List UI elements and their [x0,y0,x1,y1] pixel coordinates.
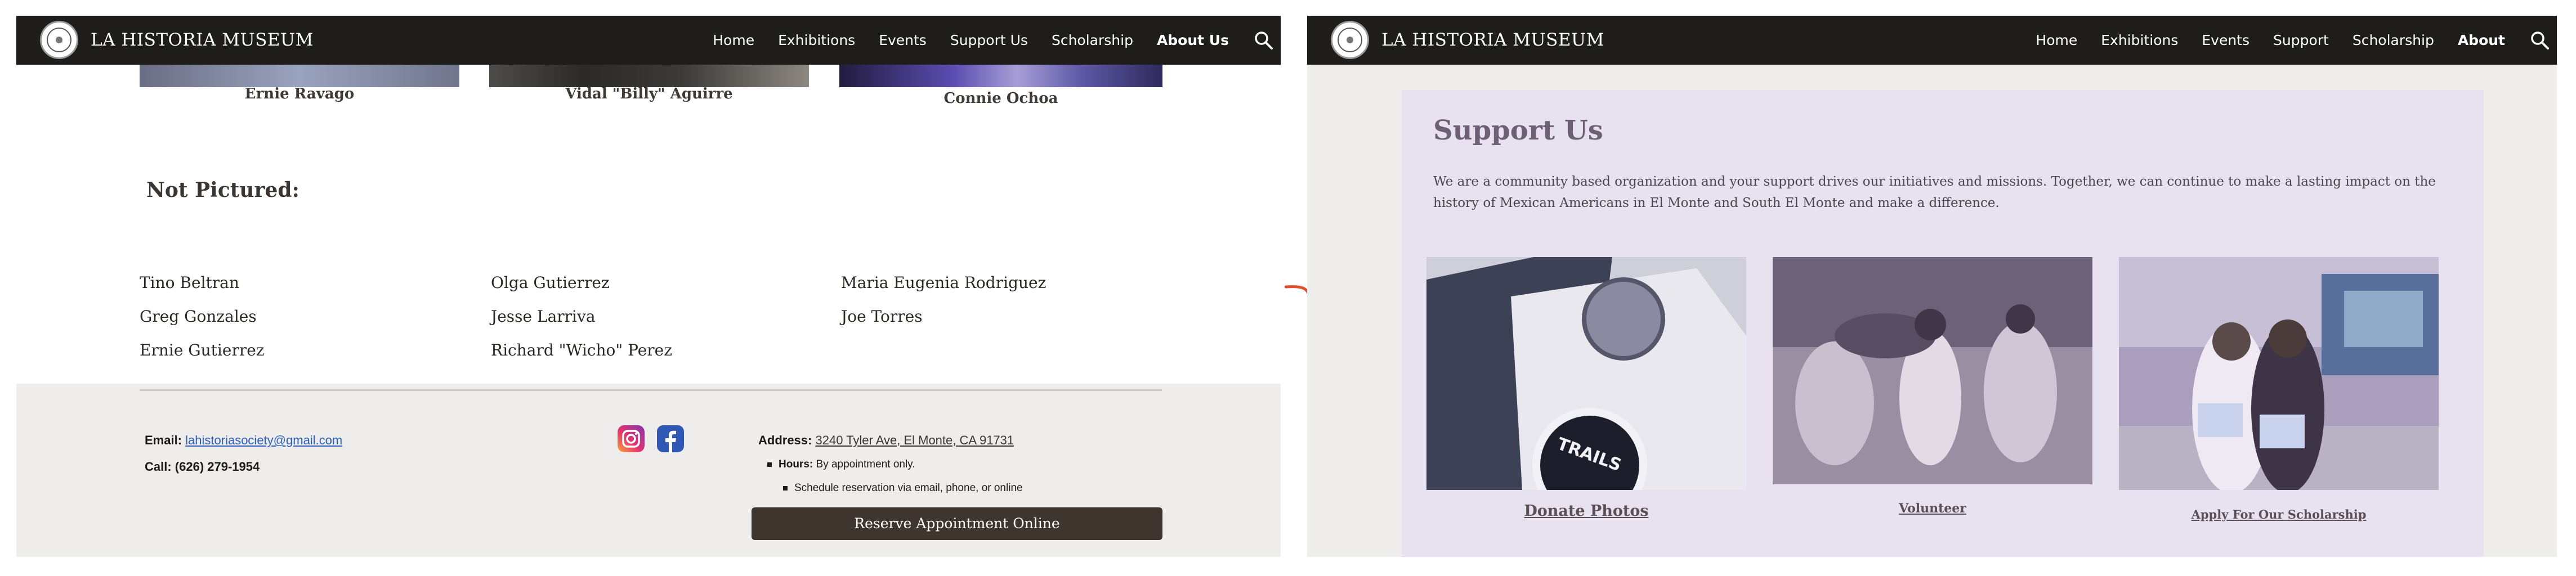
nav-menu: Home Exhibitions Events Support Us Schol… [713,16,1281,65]
top-navbar: LA HISTORIA MUSEUM Home Exhibitions Even… [16,16,1281,65]
nav-support[interactable]: Support [2273,32,2329,48]
not-pictured-column-3: Maria Eugenia Rodriguez Joe Torres [841,266,1046,334]
email-label: Email: [145,433,182,447]
donate-photos-image[interactable]: TRAILS [1426,257,1746,490]
nav-scholarship[interactable]: Scholarship [2353,32,2434,48]
bullet-icon [783,485,788,490]
list-item: Jesse Larriva [491,307,596,326]
instagram-icon[interactable] [618,425,645,452]
scholarship-image[interactable] [2119,257,2439,490]
museum-logo[interactable] [40,21,78,59]
facebook-icon[interactable] [657,425,684,452]
photo-connie-ochoa [839,65,1162,87]
footer-schedule-note: Schedule reservation via email, phone, o… [783,482,1023,494]
footer-hours: Hours: By appointment only. [767,458,915,471]
footer-phone[interactable]: Call: (626) 279-1954 [145,460,260,474]
top-navbar: LA HISTORIA MUSEUM Home Exhibitions Even… [1307,16,2557,65]
not-pictured-column-2: Olga Gutierrez Jesse Larriva Richard "Wi… [491,266,672,367]
schedule-text: Schedule reservation via email, phone, o… [794,482,1023,494]
reserve-appointment-button[interactable]: Reserve Appointment Online [752,507,1162,540]
photo-vidal-aguirre [489,65,809,87]
nav-about[interactable]: About [2458,32,2505,48]
nav-events[interactable]: Events [2202,32,2249,48]
volunteer-image[interactable] [1773,257,2092,484]
nav-support-us[interactable]: Support Us [950,32,1028,48]
footer-address: Address: 3240 Tyler Ave, El Monte, CA 91… [758,433,1014,448]
list-item: Tino Beltran [140,273,239,292]
search-icon[interactable] [2529,29,2551,52]
volunteer-link[interactable]: Volunteer [1773,501,2092,516]
hours-label: Hours: [779,458,813,470]
person-name-vidal-aguirre: Vidal "Billy" Aguirre [565,86,733,102]
email-link[interactable]: lahistoriasociety@gmail.com [185,433,342,447]
address-label: Address: [758,433,812,447]
support-description: We are a community based organization an… [1433,174,2436,210]
after-screenshot-panel: LA HISTORIA MUSEUM Home Exhibitions Even… [1307,16,2557,557]
nav-home[interactable]: Home [2036,32,2077,48]
address-link[interactable]: 3240 Tyler Ave, El Monte, CA 91731 [815,433,1014,447]
list-item: Olga Gutierrez [491,273,610,292]
hours-value: By appointment only. [816,458,915,470]
nav-events[interactable]: Events [879,32,927,48]
support-us-section: Support Us We are a community based orga… [1402,90,2484,557]
list-item: Richard "Wicho" Perez [491,341,672,359]
list-item: Joe Torres [841,307,923,326]
not-pictured-heading: Not Pictured: [146,178,299,202]
person-name-connie-ochoa: Connie Ochoa [943,90,1058,107]
page-title: Support Us [1433,115,1603,146]
not-pictured-column-1: Tino Beltran Greg Gonzales Ernie Gutierr… [140,266,265,367]
nav-exhibitions[interactable]: Exhibitions [2101,32,2178,48]
site-title[interactable]: LA HISTORIA MUSEUM [91,16,314,65]
site-title[interactable]: LA HISTORIA MUSEUM [1381,16,1604,65]
donate-photos-link[interactable]: Donate Photos [1426,502,1746,520]
nav-exhibitions[interactable]: Exhibitions [778,32,855,48]
nav-about-us[interactable]: About Us [1157,32,1229,48]
before-screenshot-panel: LA HISTORIA MUSEUM Home Exhibitions Even… [16,16,1281,557]
museum-logo[interactable] [1331,21,1369,59]
list-item: Maria Eugenia Rodriguez [841,273,1046,292]
footer-email: Email: lahistoriasociety@gmail.com [145,433,342,448]
footer-divider [140,389,1162,391]
bullet-icon [767,462,772,467]
nav-menu: Home Exhibitions Events Support Scholars… [2036,16,2557,65]
apply-scholarship-link[interactable]: Apply For Our Scholarship [2119,507,2439,521]
search-icon[interactable] [1253,29,1275,52]
nav-scholarship[interactable]: Scholarship [1052,32,1133,48]
photo-ernie-ravago [140,65,459,87]
person-name-ernie-ravago: Ernie Ravago [244,86,355,102]
nav-home[interactable]: Home [713,32,754,48]
list-item: Ernie Gutierrez [140,341,265,359]
list-item: Greg Gonzales [140,307,257,326]
